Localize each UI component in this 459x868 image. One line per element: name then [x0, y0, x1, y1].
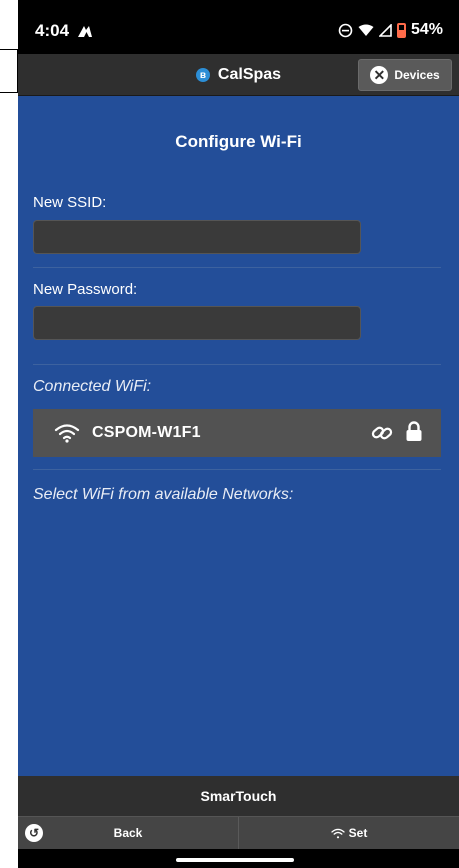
undo-icon: ↺ — [25, 824, 43, 842]
app-header: ʙ CalSpas ✕ Devices — [18, 54, 459, 96]
status-icons: 54% — [338, 21, 443, 39]
connected-network-name: CSPOM-W1F1 — [92, 424, 201, 441]
wifi-icon — [331, 828, 345, 838]
signal-icon — [378, 23, 392, 37]
devices-button[interactable]: ✕ Devices — [358, 59, 452, 91]
page-title: Configure Wi-Fi — [175, 132, 302, 151]
do-not-disturb-icon — [338, 23, 353, 37]
wifi-icon — [54, 424, 80, 443]
battery-icon — [396, 22, 406, 38]
divider — [33, 364, 441, 365]
status-time-group: 4:04 — [35, 21, 93, 41]
back-button[interactable]: ↺ Back — [18, 817, 238, 849]
link-icon — [371, 426, 393, 440]
connected-wifi-row[interactable]: CSPOM-W1F1 — [33, 409, 441, 457]
connected-wifi-label: Connected WiFi: — [33, 378, 152, 395]
divider — [33, 267, 441, 268]
main-content: Configure Wi-Fi New SSID: New Password: … — [18, 96, 459, 776]
wifi-status-icon — [358, 24, 374, 36]
battery-percent: 54% — [410, 21, 443, 38]
select-wifi-label: Select WiFi from available Networks: — [33, 486, 294, 503]
divider — [33, 469, 441, 470]
back-button-label: Back — [113, 826, 143, 840]
bottom-toolbar: ↺ Back Set — [18, 816, 459, 849]
bluetooth-icon: ʙ — [195, 68, 210, 82]
close-icon: ✕ — [370, 66, 389, 84]
app-title: CalSpas — [217, 66, 282, 83]
phone-screen: 4:04 54% ʙ CalSpas ✕ Devices Configure W… — [18, 0, 459, 868]
status-bar: 4:04 54% — [18, 0, 459, 54]
lock-icon — [406, 421, 422, 441]
devices-button-label: Devices — [394, 68, 440, 82]
partial-edge-element — [0, 49, 18, 93]
status-time: 4:04 — [35, 21, 70, 40]
password-label: New Password: — [33, 281, 138, 298]
ssid-label: New SSID: — [33, 194, 107, 211]
set-button-label: Set — [348, 826, 368, 840]
home-gesture-pill[interactable] — [176, 858, 294, 862]
set-button[interactable]: Set — [238, 817, 459, 849]
notification-icon — [78, 26, 93, 37]
ssid-input[interactable] — [33, 220, 361, 254]
password-input[interactable] — [33, 306, 361, 340]
system-nav-bar — [18, 849, 459, 868]
footer-brand: SmarTouch — [18, 776, 459, 816]
